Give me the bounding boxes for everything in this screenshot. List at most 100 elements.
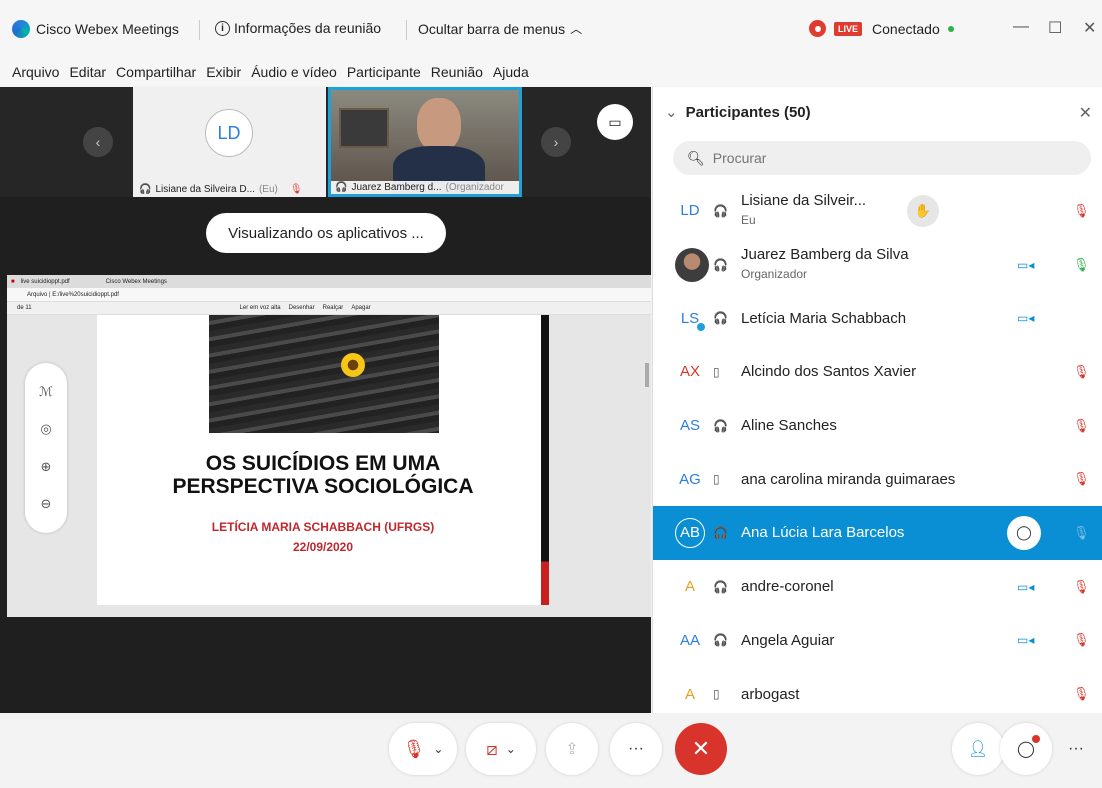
headset-icon: 🎧 <box>335 182 348 193</box>
mic-muted-icon[interactable]: 🎙 <box>1073 203 1090 219</box>
participant-name: arbogast <box>741 685 800 703</box>
meeting-info-button[interactable]: i Informações da reunião <box>215 20 381 36</box>
close-window-icon[interactable]: ✕ <box>1083 18 1096 38</box>
video-thumbnail-strip: ‹ LD 🎧 Lisiane da Silveira D... (Eu) 🎙 🎧… <box>0 87 651 197</box>
slide-title: OS SUICÍDIOS EM UMA PERSPECTIVA SOCIOLÓG… <box>97 452 549 498</box>
meeting-info-label: Informações da reunião <box>234 20 382 36</box>
headset-icon: 🎧 <box>713 418 728 433</box>
flower-image <box>341 353 365 377</box>
share-button[interactable]: ⇪ <box>546 723 598 775</box>
participant-row[interactable]: AA 🎧 Angela Aguiar ▭◂ 🎙 <box>653 614 1102 668</box>
avatar <box>675 247 709 282</box>
video-thumb-juarez[interactable]: 🎧 Juarez Bamberg d... (Organizador <box>328 87 522 197</box>
menu-participante[interactable]: Participante <box>347 64 421 80</box>
mic-muted-icon[interactable]: 🎙 <box>1073 364 1090 380</box>
mic-muted-icon[interactable]: 🎙 <box>1073 525 1090 541</box>
hide-menu-button[interactable]: Ocultar barra de menus ︿ <box>418 20 582 37</box>
search-input[interactable] <box>712 150 1073 166</box>
webex-logo-icon <box>12 20 30 38</box>
background-shelf <box>339 108 389 148</box>
thumb-suffix: (Eu) <box>258 184 278 195</box>
mic-muted-icon: 🎙 <box>402 738 426 759</box>
shared-screen: ■ live suicidioppt.pdf Cisco Webex Meeti… <box>7 275 651 617</box>
presentation-slide: OS SUICÍDIOS EM UMA PERSPECTIVA SOCIOLÓG… <box>97 315 549 605</box>
mic-muted-icon: 🎙 <box>289 184 303 195</box>
participants-panel-button[interactable]: 👤︎ <box>952 723 1004 775</box>
chat-icon: ◯ <box>1017 741 1035 758</box>
participant-row-selected[interactable]: AB 🎧 Ana Lúcia Lara Barcelos ◯ 🎙 <box>653 506 1102 560</box>
chevron-down-icon[interactable]: ⌄ <box>433 742 443 756</box>
video-camera-icon[interactable]: ▭◂ <box>1017 633 1034 647</box>
participant-row[interactable]: 🎧 Juarez Bamberg da Silva Organizador ▭◂… <box>653 238 1102 292</box>
menu-ajuda[interactable]: Ajuda <box>493 64 529 80</box>
video-camera-icon[interactable]: ▭◂ <box>1017 580 1034 594</box>
title-bar: Cisco Webex Meetings i Informações da re… <box>0 0 1102 58</box>
raise-hand-icon[interactable]: ✋ <box>907 194 939 227</box>
audio-icon[interactable]: ◎ <box>40 421 51 437</box>
close-icon[interactable]: ✕ <box>1079 103 1092 123</box>
scrollbar[interactable] <box>645 363 649 387</box>
search-icon: 🔍︎ <box>687 149 705 166</box>
info-icon: i <box>215 20 230 36</box>
participant-role: Eu <box>741 213 756 227</box>
more-panels-button[interactable]: ··· <box>1050 723 1102 775</box>
mic-active-icon[interactable]: 🎙 <box>1073 257 1090 273</box>
participant-row[interactable]: AS 🎧 Aline Sanches 🎙 <box>653 399 1102 453</box>
participant-role: Organizador <box>741 266 808 281</box>
chevron-left-icon[interactable]: ‹ <box>83 127 113 157</box>
chevron-right-icon[interactable]: › <box>541 127 571 157</box>
menu-exibir[interactable]: Exibir <box>206 64 241 80</box>
video-thumb-lisiane[interactable]: LD 🎧 Lisiane da Silveira D... (Eu) 🎙 <box>133 87 326 197</box>
mic-muted-icon[interactable]: 🎙 <box>1073 579 1090 595</box>
leave-meeting-button[interactable]: ✕ <box>675 723 727 775</box>
more-options-button[interactable]: ··· <box>610 723 662 775</box>
chevron-down-icon[interactable]: ⌄ <box>665 103 678 121</box>
participant-name: andre-coronel <box>741 578 834 596</box>
menu-audio-video[interactable]: Áudio e vídeo <box>251 64 337 80</box>
thumb-suffix: (Organizador <box>445 182 504 193</box>
menu-bar: Arquivo Editar Compartilhar Exibir Áudio… <box>0 58 1102 86</box>
menu-editar[interactable]: Editar <box>69 64 106 80</box>
participant-row[interactable]: LD 🎧 Lisiane da Silveir... Eu ✋ 🎙 <box>653 184 1102 238</box>
video-camera-icon[interactable]: ▭◂ <box>1017 311 1034 325</box>
zoom-in-icon[interactable]: ⊕ <box>41 459 52 475</box>
menu-arquivo[interactable]: Arquivo <box>12 64 59 80</box>
thumb-caption: 🎧 Juarez Bamberg d... (Organizador <box>331 181 519 194</box>
mic-muted-icon[interactable]: 🎙 <box>1073 686 1090 702</box>
mic-muted-icon[interactable]: 🎙 <box>1073 471 1090 487</box>
chevron-down-icon[interactable]: ⌄ <box>506 742 516 756</box>
notification-dot <box>1032 735 1040 743</box>
participant-row[interactable]: AX ▯ Alcindo dos Santos Xavier 🎙 <box>653 345 1102 399</box>
phone-icon: ▯ <box>713 687 720 702</box>
avatar: AG <box>675 464 705 495</box>
participant-row[interactable]: LS 🎧 Letícia Maria Schabbach ▭◂ <box>653 291 1102 345</box>
pen-icon[interactable]: ℳ <box>39 384 53 400</box>
headset-icon: 🎧 <box>713 579 728 594</box>
mute-button[interactable]: 🎙 ⌄ <box>389 723 457 775</box>
minimize-icon[interactable]: — <box>1013 18 1029 36</box>
zoom-out-icon[interactable]: ⊖ <box>41 496 52 512</box>
chat-panel-button[interactable]: ◯ <box>1000 723 1052 775</box>
layout-icon[interactable]: ▭ <box>597 104 633 140</box>
maximize-icon[interactable]: ☐ <box>1048 18 1062 38</box>
menu-reuniao[interactable]: Reunião <box>431 64 483 80</box>
chat-icon[interactable]: ◯ <box>1007 515 1041 550</box>
slide-author: LETÍCIA MARIA SCHABBACH (UFRGS) <box>211 520 435 534</box>
headset-icon: 🎧 <box>713 203 728 218</box>
divider <box>406 20 407 40</box>
live-badge: LIVE <box>834 21 863 36</box>
record-icon[interactable] <box>809 20 826 37</box>
slide-date: 22/09/2020 <box>292 540 354 554</box>
highlight: Realçar <box>322 305 344 311</box>
pdf-icon: ■ <box>11 278 15 285</box>
participant-row[interactable]: AG ▯ ana carolina miranda guimaraes 🎙 <box>653 452 1102 506</box>
mic-muted-icon[interactable]: 🎙 <box>1073 632 1090 648</box>
participant-list: LD 🎧 Lisiane da Silveir... Eu ✋ 🎙 🎧 Juar… <box>653 184 1102 721</box>
browser-tabs: ■ live suicidioppt.pdf Cisco Webex Meeti… <box>7 275 651 288</box>
search-box[interactable]: 🔍︎ <box>673 141 1091 175</box>
video-button[interactable]: ⧄ ⌄ <box>466 723 536 775</box>
mic-muted-icon[interactable]: 🎙 <box>1073 418 1090 434</box>
menu-compartilhar[interactable]: Compartilhar <box>116 64 196 80</box>
participant-row[interactable]: A 🎧 andre-coronel ▭◂ 🎙 <box>653 560 1102 614</box>
video-camera-icon[interactable]: ▭◂ <box>1017 258 1034 272</box>
